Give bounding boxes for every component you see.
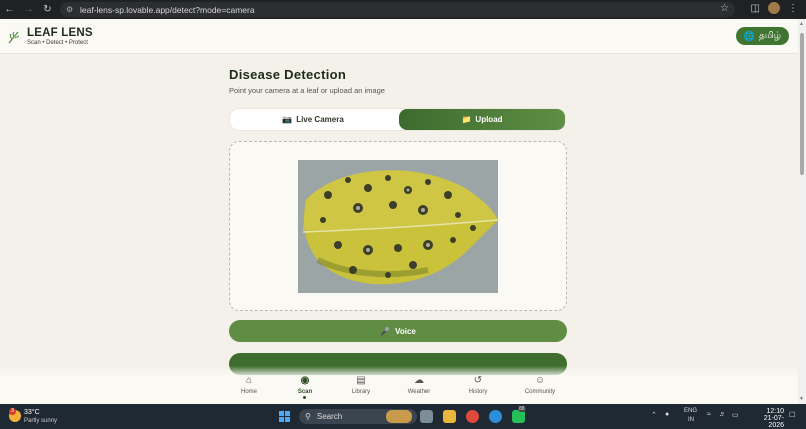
app-header: LEAF LENS Scan • Detect • Protect 🌐 தமிழ… — [0, 19, 798, 54]
uploaded-leaf-image — [298, 160, 498, 293]
search-icon: ⚲ — [305, 412, 311, 421]
start-windows-icon[interactable] — [279, 411, 290, 422]
users-icon: ☺ — [534, 375, 546, 386]
battery-icon[interactable]: ▭ — [732, 411, 739, 419]
camera-icon: ◉ — [300, 375, 310, 386]
clock-date: 21-07-2026 — [763, 415, 784, 429]
forward-icon[interactable]: → — [19, 0, 38, 19]
tray-app-icon[interactable]: ● — [665, 411, 669, 418]
tab-live-camera[interactable]: 📷 Live Camera — [230, 109, 396, 130]
folder-icon: 📁 — [461, 115, 472, 124]
search-placeholder: Search — [316, 412, 343, 421]
mode-tabs: 📷 Live Camera 📁 Upload — [229, 108, 566, 131]
nav-history[interactable]: ↺ History — [458, 375, 498, 395]
weather-badge: 3 — [9, 408, 16, 415]
nav-label: Home — [240, 389, 257, 395]
microphone-icon: 🎤 — [380, 326, 391, 336]
back-icon[interactable]: ← — [0, 0, 19, 19]
site-settings-icon[interactable]: ⚙ — [66, 5, 80, 14]
edge-icon[interactable] — [489, 410, 502, 423]
tab-label: Upload — [475, 115, 503, 124]
url-text: leaf-lens-sp.lovable.app/detect?mode=cam… — [80, 4, 255, 15]
file-explorer-icon[interactable] — [443, 410, 456, 423]
nav-label: History — [468, 389, 488, 395]
history-icon: ↺ — [473, 375, 483, 386]
globe-icon: 🌐 — [743, 30, 756, 41]
weather-temperature[interactable]: 33°C — [24, 409, 40, 416]
nav-weather[interactable]: ☁ Weather — [399, 375, 439, 395]
language-toggle-button[interactable]: 🌐 தமிழ் — [735, 27, 789, 45]
chrome-icon[interactable] — [466, 410, 479, 423]
clock-time: 12:10 — [766, 408, 784, 415]
brand-name: LEAF LENS — [27, 27, 93, 39]
browser-actions: ◫ ⋮ — [751, 2, 798, 14]
menu-dots-icon[interactable]: ⋮ — [788, 3, 798, 14]
upload-dropzone[interactable] — [229, 141, 567, 311]
nav-scan[interactable]: ◉ Scan — [285, 375, 325, 395]
search-highlight-icon[interactable] — [386, 410, 412, 423]
leaf-logo-icon — [6, 29, 22, 45]
tab-label: Live Camera — [296, 115, 344, 124]
page-subtitle: Point your camera at a leaf or upload an… — [229, 86, 385, 95]
scroll-up-icon[interactable]: ▲ — [799, 21, 804, 27]
nav-label: Weather — [407, 389, 431, 395]
tab-upload[interactable]: 📁 Upload — [399, 109, 565, 130]
page-title: Disease Detection — [229, 67, 347, 82]
volume-icon[interactable]: ♬ — [719, 411, 726, 418]
scrollbar-thumb[interactable] — [800, 33, 804, 175]
wifi-icon[interactable]: ≈ — [707, 411, 711, 418]
taskbar-clock[interactable]: 12:10 21-07-2026 — [750, 408, 784, 429]
bookmark-star-icon[interactable]: ☆ — [720, 3, 729, 14]
weather-description[interactable]: Partly sunny — [24, 418, 57, 424]
browser-toolbar: ← → ↻ ⚙ leaf-lens-sp.lovable.app/detect?… — [0, 0, 806, 19]
nav-library[interactable]: ▤ Library — [341, 375, 381, 395]
scroll-down-icon[interactable]: ▼ — [799, 396, 804, 402]
voice-button[interactable]: 🎤 Voice — [229, 320, 567, 342]
page-scrollbar[interactable]: ▲ ▼ — [798, 19, 806, 404]
address-bar[interactable]: ⚙ leaf-lens-sp.lovable.app/detect?mode=c… — [60, 2, 735, 17]
windows-taskbar: 3 33°C Partly sunny ⚲ Search 88 ⌃ ● ENG … — [0, 404, 806, 429]
voice-label: Voice — [395, 326, 416, 336]
book-icon: ▤ — [356, 375, 366, 386]
nav-label: Scan — [297, 389, 313, 395]
whatsapp-badge: 88 — [518, 406, 526, 412]
camera-icon: 📷 — [282, 115, 293, 124]
reload-icon[interactable]: ↻ — [38, 0, 57, 19]
task-view-icon[interactable] — [420, 410, 433, 423]
language-indicator-line2[interactable]: IN — [688, 417, 694, 423]
active-indicator — [303, 396, 306, 399]
extensions-icon[interactable]: ◫ — [751, 3, 760, 14]
language-indicator-line1[interactable]: ENG — [684, 408, 697, 414]
notification-bell-icon[interactable]: ☐ — [789, 411, 795, 419]
brand-tagline: Scan • Detect • Protect — [27, 40, 88, 46]
language-label: தமிழ் — [759, 30, 781, 40]
tray-chevron-icon[interactable]: ⌃ — [651, 411, 657, 419]
profile-avatar[interactable] — [768, 2, 780, 14]
nav-label: Community — [524, 389, 556, 395]
nav-community[interactable]: ☺ Community — [520, 375, 560, 395]
cloud-icon: ☁ — [414, 375, 424, 386]
nav-label: Library — [351, 389, 371, 395]
nav-home[interactable]: ⌂ Home — [229, 375, 269, 395]
home-icon: ⌂ — [245, 375, 253, 386]
